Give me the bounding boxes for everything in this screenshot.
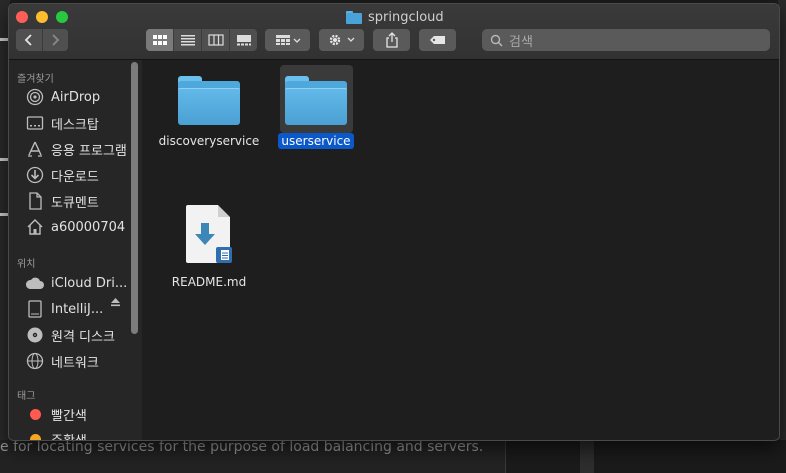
sidebar-item-label: 네트워크 (51, 355, 99, 371)
zoom-button[interactable] (56, 11, 68, 23)
chevron-right-icon (52, 34, 60, 46)
download-arrow-icon (195, 223, 215, 245)
file-name: discoveryservice (158, 134, 260, 148)
folder-icon (346, 10, 362, 24)
background-marker (0, 158, 8, 161)
share-icon (385, 32, 398, 48)
file-item-readme[interactable]: README.md (153, 205, 265, 290)
sidebar-item-desktop[interactable]: 데스크탑 (9, 111, 129, 135)
window-title: springcloud (346, 8, 444, 26)
gallery-icon (236, 35, 251, 46)
list-icon (180, 35, 195, 46)
search-placeholder: 검색 (509, 34, 533, 50)
background-scrollbar (580, 440, 594, 473)
icon-view-button[interactable] (146, 29, 173, 51)
gear-icon (329, 34, 354, 46)
red-tag-icon (25, 404, 45, 424)
sidebar-item-tag-orange[interactable]: 주황색 (9, 427, 129, 440)
group-by-button[interactable] (265, 29, 310, 51)
group-grid-icon (275, 35, 300, 45)
sidebar-item-home[interactable]: a60000704 (9, 215, 129, 239)
tag-icon (429, 36, 445, 44)
file-item-userservice[interactable]: userservice (260, 76, 372, 149)
sidebar-item-documents[interactable]: 도큐멘트 (9, 189, 129, 213)
columns-icon (207, 34, 224, 46)
sidebar-item-icloud-drive[interactable]: iCloud Dri... (9, 271, 129, 295)
sidebar-item-label: 주황색 (51, 430, 87, 441)
sidebar-item-label: IntelliJ... (51, 301, 104, 317)
network-icon (25, 351, 45, 371)
sidebar-item-tag-red[interactable]: 빨간색 (9, 402, 129, 426)
search-icon (490, 34, 503, 47)
sidebar-section-tags: 태그 (17, 391, 36, 402)
sidebar: 즐겨찾기 AirDrop 데스크탑 응용 프로그램 다운로드 도큐멘트 a600… (9, 60, 142, 440)
orange-tag-icon (25, 429, 45, 440)
sidebar-item-intellij-disk[interactable]: IntelliJ... (9, 297, 129, 321)
sidebar-item-label: 빨간색 (51, 408, 87, 424)
file-item-discoveryservice[interactable]: discoveryservice (153, 76, 265, 149)
sidebar-section-favorites: 즐겨찾기 (17, 74, 54, 85)
folder-icon (178, 76, 240, 125)
toolbar: springcloud 검색 (9, 4, 779, 60)
airdrop-icon (25, 87, 45, 107)
tags-button[interactable] (419, 29, 456, 51)
folder-icon (285, 76, 347, 125)
close-button[interactable] (16, 11, 28, 23)
window-title-text: springcloud (368, 9, 444, 25)
icloud-icon (25, 273, 45, 293)
desktop-icon (25, 113, 45, 133)
sidebar-item-airdrop[interactable]: AirDrop (9, 85, 129, 109)
back-button[interactable] (16, 29, 42, 51)
sidebar-item-remote-disc[interactable]: 원격 디스크 (9, 323, 129, 347)
sidebar-item-label: 응용 프로그램 (51, 143, 127, 159)
forward-button[interactable] (41, 29, 69, 51)
search-field[interactable]: 검색 (482, 29, 770, 51)
gallery-view-button[interactable] (229, 29, 257, 51)
share-button[interactable] (373, 29, 410, 51)
applications-icon (25, 139, 45, 159)
view-mode-control (146, 29, 257, 51)
file-name: userservice (278, 133, 354, 149)
remote-disc-icon (25, 325, 45, 345)
file-badge-icon (216, 247, 232, 263)
minimize-button[interactable] (36, 11, 48, 23)
column-view-button[interactable] (201, 29, 229, 51)
markdown-document-icon (186, 205, 232, 263)
sidebar-item-label: 도큐멘트 (51, 195, 99, 211)
background-marker (0, 38, 8, 41)
sidebar-item-network[interactable]: 네트워크 (9, 349, 129, 373)
home-icon (25, 217, 45, 237)
eject-icon[interactable] (110, 297, 121, 310)
navigation-buttons (16, 29, 68, 51)
background-panel (505, 440, 786, 473)
sidebar-item-label: 다운로드 (51, 169, 99, 185)
finder-window: springcloud 검색 즐겨찾기 AirDrop 데스크탑 응용 프로그램… (8, 3, 780, 441)
sidebar-item-downloads[interactable]: 다운로드 (9, 163, 129, 187)
sidebar-item-label: 데스크탑 (51, 117, 99, 133)
sidebar-item-label: a60000704 (51, 219, 126, 235)
icon-grid-icon (152, 35, 167, 45)
file-browser-area[interactable]: discoveryservice userservice README.md (143, 60, 779, 440)
disk-icon (25, 299, 45, 319)
sidebar-section-locations: 위치 (17, 259, 36, 270)
list-view-button[interactable] (173, 29, 201, 51)
downloads-icon (25, 165, 45, 185)
chevron-left-icon (24, 34, 32, 46)
sidebar-item-label: iCloud Dri... (51, 275, 128, 291)
sidebar-item-label: AirDrop (51, 89, 101, 105)
documents-icon (25, 191, 45, 211)
action-menu-button[interactable] (319, 29, 364, 51)
file-name: README.md (171, 275, 247, 289)
background-marker (0, 213, 8, 216)
sidebar-item-label: 원격 디스크 (51, 329, 115, 345)
sidebar-item-applications[interactable]: 응용 프로그램 (9, 137, 129, 161)
sidebar-scrollbar[interactable] (131, 62, 138, 334)
